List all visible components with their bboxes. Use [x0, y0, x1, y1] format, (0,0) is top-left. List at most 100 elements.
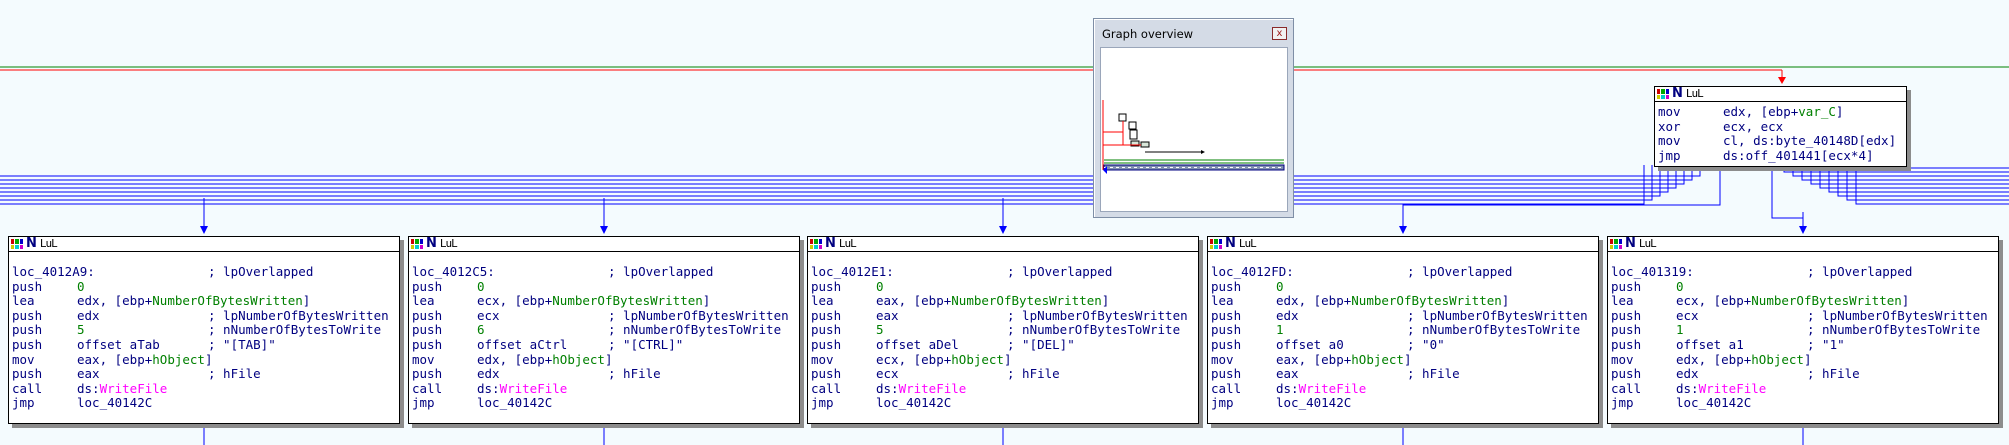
node-header: N LuL [409, 237, 799, 252]
case-code-block[interactable]: N LuL loc_4012A9: ; lpOverlapped push 0 lea edx… [8, 236, 400, 424]
code-line[interactable]: push ecx ; lpNumberOfBytesWritten [1611, 308, 1995, 324]
code-line[interactable]: loc_401319: ; lpOverlapped [1611, 264, 1995, 280]
n-icon[interactable]: N [1225, 237, 1236, 250]
color-grid-icon[interactable] [411, 239, 423, 249]
color-grid-icon[interactable] [1610, 239, 1622, 249]
code-line[interactable]: push offset a1 ; "1" [1611, 337, 1995, 353]
n-icon[interactable]: N [1625, 237, 1636, 250]
code-line[interactable]: loc_4012C5: ; lpOverlapped [412, 264, 796, 280]
code-line[interactable]: push 0 [1611, 279, 1995, 295]
code-line[interactable]: lea eax, [ebp+NumberOfBytesWritten] [811, 293, 1195, 309]
code-line[interactable]: jmp loc_40142C [12, 396, 396, 411]
case-code-block[interactable]: N LuL loc_401319: ; lpOverlapped push 0 lea ecx… [1607, 236, 1999, 424]
n-icon[interactable]: N [426, 237, 437, 250]
n-icon[interactable]: N [825, 237, 836, 250]
code-line[interactable]: mov edx, [ebp+var_C] [1658, 104, 1903, 120]
code-line[interactable]: push ecx ; lpNumberOfBytesWritten [412, 307, 796, 324]
dispatch-code-block[interactable]: N LuL mov edx, [ebp+var_C] xor ecx, ecx mov c… [1654, 86, 1907, 167]
case-code-block[interactable]: N LuL loc_4012E1: ; lpOverlapped push 0 lea eax… [807, 236, 1199, 424]
code-line[interactable]: push 6 ; nNumberOfBytesToWrite [412, 323, 796, 338]
comment: ; lpNumberOfBytesWritten [1007, 307, 1188, 323]
code-line[interactable]: jmp loc_40142C [412, 396, 796, 411]
comment: ; nNumberOfBytesToWrite [208, 322, 382, 338]
code-line[interactable]: call ds:WriteFile [1211, 381, 1595, 397]
code-line[interactable]: push 1 ; nNumberOfBytesToWrite [1611, 323, 1995, 338]
code-line[interactable]: push 1 ; nNumberOfBytesToWrite [1211, 323, 1595, 338]
code-line[interactable]: lea edx, [ebp+NumberOfBytesWritten] [12, 293, 396, 309]
code-line[interactable]: push ecx ; hFile [811, 366, 1195, 382]
code-line[interactable]: push eax ; lpNumberOfBytesWritten [811, 307, 1195, 324]
operand: loc_40142C [477, 395, 553, 411]
import-call[interactable]: WriteFile [500, 381, 568, 396]
color-grid-icon[interactable] [1210, 239, 1222, 249]
code-line[interactable]: push 0 [811, 279, 1195, 295]
graph-overview-minimap[interactable] [1100, 47, 1288, 212]
n-icon[interactable]: N [1672, 87, 1683, 100]
code-line[interactable]: lea ecx, [ebp+NumberOfBytesWritten] [412, 293, 796, 309]
code-line[interactable]: loc_4012E1: ; lpOverlapped [811, 264, 1195, 280]
code-line[interactable]: jmp ds:off_401441[ecx*4] [1658, 148, 1903, 164]
code-line[interactable]: push 0 [1211, 279, 1595, 295]
code-line[interactable]: mov eax, [ebp+hObject] [12, 352, 396, 368]
graph-icon[interactable]: LuL [440, 238, 458, 250]
n-icon[interactable]: N [26, 237, 37, 250]
code-line[interactable]: push edx ; lpNumberOfBytesWritten [12, 308, 396, 324]
operand: ds: [77, 380, 100, 396]
operand: edx, [ebp+ [477, 351, 553, 367]
color-grid-icon[interactable] [810, 239, 822, 249]
mnemonic: call [12, 380, 43, 396]
case-code-block[interactable]: N LuL loc_4012FD: ; lpOverlapped push 0 lea edx… [1207, 236, 1599, 424]
code-line[interactable]: mov eax, [ebp+hObject] [1211, 352, 1595, 368]
code-line[interactable]: lea ecx, [ebp+NumberOfBytesWritten] [1611, 293, 1995, 309]
code-line[interactable]: push offset aDel ; "[DEL]" [811, 337, 1195, 353]
import-call[interactable]: WriteFile [1299, 381, 1367, 396]
code-line[interactable]: mov ecx, [ebp+hObject] [811, 352, 1195, 368]
graph-icon[interactable]: LuL [1239, 238, 1257, 250]
graph-icon[interactable]: LuL [839, 238, 857, 250]
graph-icon[interactable]: LuL [40, 238, 58, 250]
code-line[interactable]: push eax ; hFile [1211, 366, 1595, 382]
comment: ; nNumberOfBytesToWrite [1807, 322, 1981, 338]
import-call[interactable]: WriteFile [100, 381, 168, 396]
code-line[interactable]: jmp loc_40142C [1211, 396, 1595, 411]
code-line[interactable]: call ds:WriteFile [12, 380, 396, 397]
import-call[interactable]: WriteFile [899, 381, 967, 396]
code-line[interactable]: call ds:WriteFile [412, 380, 796, 397]
graph-overview-window[interactable]: Graph overview x [1093, 18, 1294, 218]
operand: ecx [477, 307, 500, 323]
import-call[interactable]: WriteFile [1699, 381, 1767, 396]
code-line[interactable]: push edx ; lpNumberOfBytesWritten [1211, 307, 1595, 324]
code-line[interactable]: push 5 ; nNumberOfBytesToWrite [12, 323, 396, 338]
close-icon[interactable]: x [1272, 27, 1287, 40]
code-line[interactable]: push offset aCtrl ; "[CTRL]" [412, 337, 796, 353]
operand: ds: [477, 380, 500, 396]
graph-icon[interactable]: LuL [1686, 88, 1704, 100]
code-line[interactable]: xor ecx, ecx [1658, 119, 1903, 135]
color-grid-icon[interactable] [11, 239, 23, 249]
code-line[interactable]: push 5 ; nNumberOfBytesToWrite [811, 323, 1195, 338]
code-line[interactable]: push 0 [12, 279, 396, 295]
color-grid-icon[interactable] [1657, 89, 1669, 99]
code-line[interactable]: call ds:WriteFile [1611, 381, 1995, 397]
code-line[interactable]: jmp loc_40142C [1611, 396, 1995, 411]
location-label: loc_4012E1: [811, 264, 894, 279]
graph-icon[interactable]: LuL [1639, 238, 1657, 250]
code-line[interactable]: push 0 [412, 279, 796, 295]
code-line[interactable]: push offset aTab ; "[TAB]" [12, 337, 396, 353]
code-line[interactable]: mov cl, ds:byte_40148D[edx] [1658, 133, 1903, 149]
code-line[interactable]: jmp loc_40142C [811, 396, 1195, 411]
case-code-block[interactable]: N LuL loc_4012C5: ; lpOverlapped push 0 lea ecx… [408, 236, 800, 424]
code-line[interactable]: push offset a0 ; "0" [1211, 337, 1595, 353]
code-line[interactable]: loc_4012A9: ; lpOverlapped [12, 264, 396, 280]
code-line[interactable]: call ds:WriteFile [811, 381, 1195, 397]
code-line[interactable]: push edx ; hFile [1611, 366, 1995, 382]
node-header: N LuL [1655, 87, 1906, 102]
node-header: N LuL [808, 237, 1198, 252]
code-line[interactable]: loc_4012FD: ; lpOverlapped [1211, 264, 1595, 280]
code-line[interactable]: mov edx, [ebp+hObject] [412, 351, 796, 368]
code-line[interactable]: lea edx, [ebp+NumberOfBytesWritten] [1211, 293, 1595, 309]
code-line[interactable]: mov edx, [ebp+hObject] [1611, 352, 1995, 368]
comment: ; lpNumberOfBytesWritten [1407, 307, 1588, 323]
code-line[interactable]: push edx ; hFile [412, 366, 796, 382]
code-line[interactable]: push eax ; hFile [12, 366, 396, 382]
